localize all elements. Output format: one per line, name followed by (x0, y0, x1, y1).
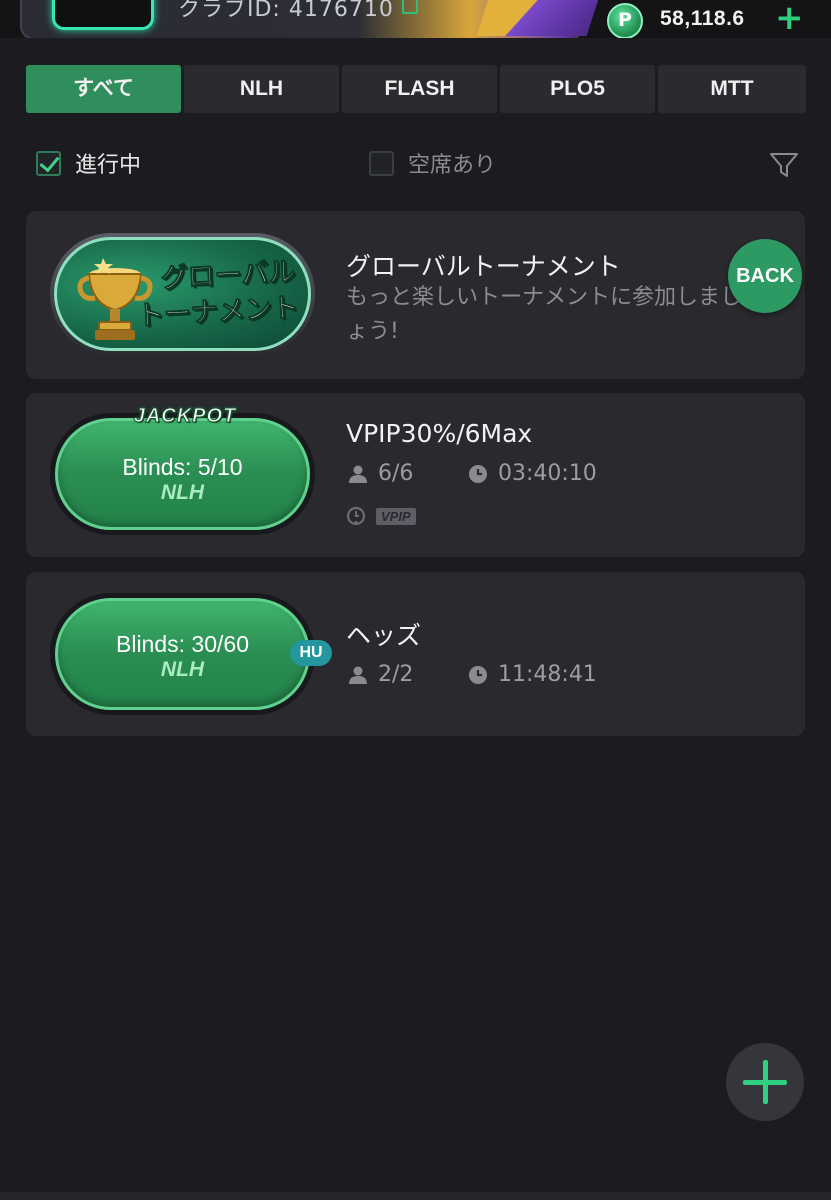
table-blinds: Blinds: 30/60 (116, 631, 249, 657)
user-icon (349, 465, 367, 483)
global-tournament-card[interactable]: グローバル トーナメント グローバルトーナメント もっと楽しいトーナメントに参加… (26, 211, 805, 379)
table-name: ヘッズ (346, 621, 422, 650)
tournament-title: グローバルトーナメント (346, 252, 621, 281)
table-card[interactable]: Blinds: 30/60 NLH HU ヘッズ 2/2 11:48:41 (26, 572, 805, 736)
filter-funnel-icon[interactable] (768, 150, 800, 180)
player-count: 2/2 (348, 662, 413, 687)
tournament-description: もっと楽しいトーナメントに参加しましょう! (346, 285, 743, 344)
player-count: 6/6 (348, 461, 413, 486)
game-type-tabs: すべて NLH FLASH PLO5 MTT (26, 65, 806, 113)
top-bar: クラブID: 4176710 P 58,118.6 + (0, 0, 831, 38)
points-icon: P (607, 3, 643, 38)
in-progress-label: 進行中 (75, 153, 142, 178)
bottom-divider (0, 1192, 831, 1200)
filter-seats-available[interactable]: 空席あり (369, 147, 496, 179)
copy-icon[interactable] (402, 0, 418, 14)
seats-available-label: 空席あり (408, 153, 497, 178)
table-game-type: NLH (160, 658, 205, 681)
tab-all[interactable]: すべて (26, 65, 181, 113)
vpip-tag: VPIP (346, 506, 416, 526)
banner-ribbon (476, 0, 602, 36)
filter-in-progress[interactable]: 進行中 (36, 147, 141, 179)
tab-nlh[interactable]: NLH (184, 65, 339, 113)
clock-icon (469, 464, 487, 483)
jackpot-label: JACKPOT (133, 405, 237, 428)
table-pill: Blinds: 5/10 NLH (50, 413, 315, 535)
tab-flash[interactable]: FLASH (342, 65, 497, 113)
table-game-type: NLH (160, 481, 205, 504)
create-table-button[interactable] (726, 1043, 804, 1121)
add-points-button[interactable]: + (775, 1, 804, 35)
clock-icon (469, 665, 487, 684)
vpip-tag-label: VPIP (376, 507, 416, 525)
tournament-badge: グローバル トーナメント (50, 233, 315, 355)
club-id: クラブID: 4176710 (178, 0, 394, 22)
tab-mtt[interactable]: MTT (658, 65, 806, 113)
tournament-badge-text: グローバル トーナメント (136, 256, 300, 332)
table-name: VPIP30%/6Max (346, 419, 533, 448)
points-balance: 58,118.6 (660, 7, 745, 30)
table-card[interactable]: Blinds: 5/10 NLH JACKPOT VPIP30%/6Max 6/… (26, 393, 805, 557)
table-pill: Blinds: 30/60 NLH (50, 593, 315, 715)
in-progress-checkbox[interactable] (36, 150, 61, 176)
tab-plo5[interactable]: PLO5 (500, 65, 655, 113)
table-blinds: Blinds: 5/10 (122, 454, 243, 480)
heads-up-badge: HU (290, 640, 332, 666)
table-timer: 03:40:10 (468, 461, 597, 486)
table-timer: 11:48:41 (468, 662, 597, 687)
back-button[interactable]: BACK (728, 239, 802, 313)
seats-available-checkbox[interactable] (369, 150, 394, 176)
vpip-clock-icon (346, 506, 366, 526)
club-avatar[interactable] (52, 0, 154, 30)
user-icon (349, 666, 367, 684)
